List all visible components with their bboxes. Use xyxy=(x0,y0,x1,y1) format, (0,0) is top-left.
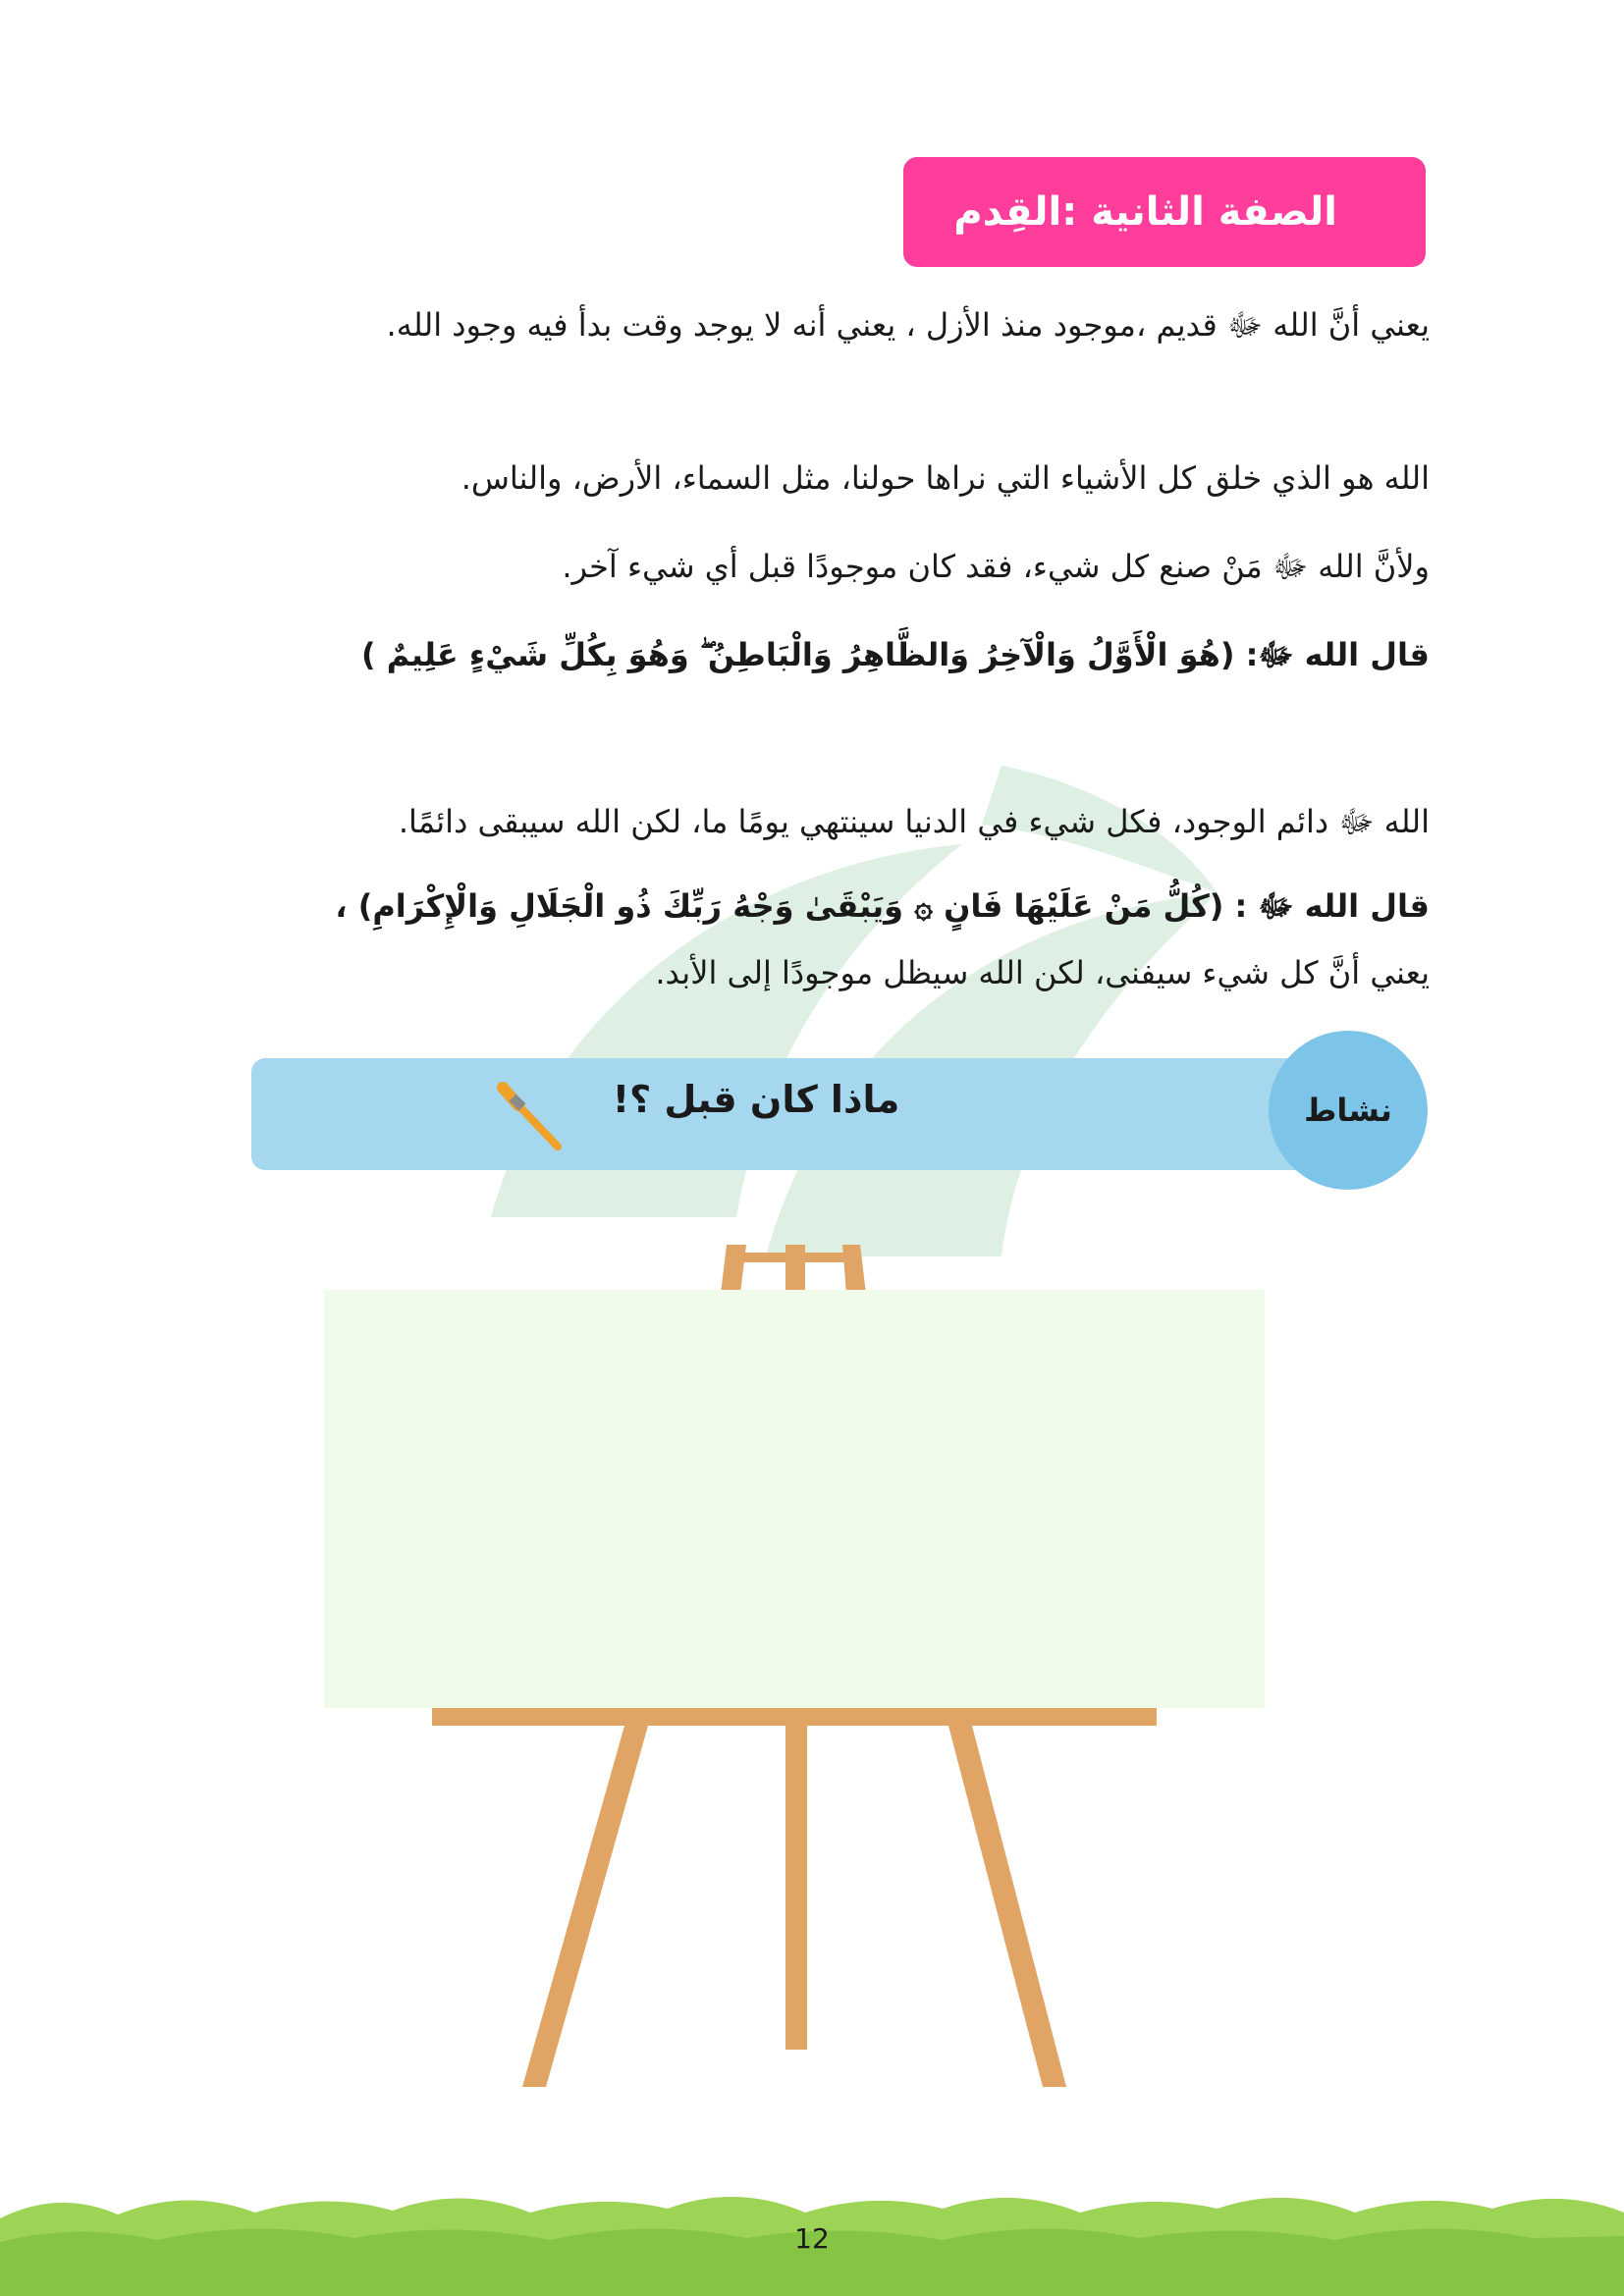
page-number: 12 xyxy=(794,2222,830,2255)
paintbrush-icon xyxy=(497,1082,562,1150)
paragraph-before-everything: ولأنَّ الله ﷻ مَنْ صنع كل شيء، فقد كان م… xyxy=(562,548,1430,585)
paragraph-creation: الله هو الذي خلق كل الأشياء التي نراها ح… xyxy=(460,459,1430,497)
activity-badge: نشاط xyxy=(1269,1031,1428,1190)
section-title-box: الصفة الثانية :القِدم xyxy=(903,157,1426,267)
paragraph-definition: يعني أنَّ الله ﷻ قديم ،موجود منذ الأزل ،… xyxy=(386,306,1430,344)
section-title: الصفة الثانية :القِدم xyxy=(953,189,1337,235)
verse-first-last: قال الله ﷻ: (هُوَ الْأَوَّلُ وَالْآخِرُ … xyxy=(360,636,1430,673)
activity-label: نشاط xyxy=(1304,1092,1392,1129)
activity-title: ماذا كان قبل ؟! xyxy=(612,1078,900,1121)
drawing-canvas[interactable] xyxy=(324,1290,1265,1708)
verse-everything-perishes: قال الله ﷻ : (كُلُّ مَنْ عَلَيْهَا فَانٍ… xyxy=(335,887,1430,925)
paragraph-explanation: يعني أنَّ كل شيء سيفنى، لكن الله سيظل مو… xyxy=(655,954,1430,991)
paragraph-eternal: الله ﷻ دائم الوجود، فكل شيء في الدنيا سي… xyxy=(398,803,1430,840)
